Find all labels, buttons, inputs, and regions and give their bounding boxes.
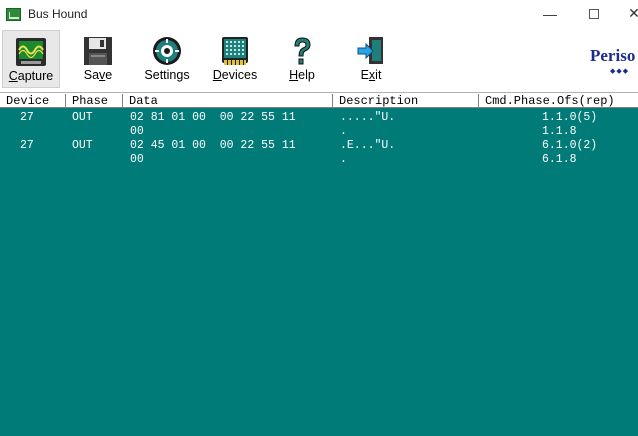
row-data-continued: 00 [130, 125, 144, 138]
help-label-hotkey: H [289, 68, 299, 82]
column-header-bar: Device Phase Data Description Cmd.Phase.… [0, 92, 638, 108]
row-cmd-phase-ofs: 6.1.0(2) [542, 139, 598, 152]
capture-data-area[interactable]: 27 OUT 02 81 01 00 00 22 55 11 00 ....."… [0, 108, 638, 436]
capture-waveform-icon [16, 38, 46, 66]
column-header-description[interactable]: Description [333, 94, 479, 108]
column-header-data[interactable]: Data [123, 94, 333, 108]
column-header-device[interactable]: Device [0, 94, 66, 108]
row-data-continued: 00 [130, 153, 144, 166]
capture-button[interactable]: Capture [2, 30, 60, 88]
row-cmd-phase-ofs-continued: 6.1.8 [542, 153, 577, 166]
bus-hound-app-icon [6, 8, 21, 21]
exit-button[interactable]: Exit [346, 30, 396, 88]
save-label-prefix: Sa [83, 68, 100, 82]
exit-label-prefix: E [360, 68, 369, 82]
devices-label: evices [221, 68, 258, 82]
perisoft-logo-dots: ◆◆◆ [610, 68, 630, 75]
floppy-disk-icon [84, 37, 112, 65]
settings-label: Settings [144, 68, 190, 82]
row-phase: OUT [72, 139, 93, 152]
column-header-cmd-phase-ofs[interactable]: Cmd.Phase.Ofs(rep) [479, 94, 638, 108]
column-header-phase[interactable]: Phase [66, 94, 123, 108]
row-description-continued: . [340, 153, 347, 166]
exit-label: it [375, 68, 382, 82]
help-button[interactable]: Help [278, 30, 326, 88]
row-description: .E..."U. [340, 139, 396, 152]
toolbar: Capture Save Settings Devices Help Exit … [0, 30, 638, 90]
row-cmd-phase-ofs-continued: 1.1.8 [542, 125, 577, 138]
maximize-icon [589, 9, 599, 19]
capture-label-hotkey: C [8, 69, 18, 83]
row-description-continued: . [340, 125, 347, 138]
row-description: ....."U. [340, 111, 396, 124]
close-button[interactable]: ✕ [624, 4, 638, 24]
exit-door-icon [357, 37, 383, 64]
title-bar: Bus Hound — ✕ [0, 0, 638, 30]
minimize-button[interactable]: — [540, 4, 560, 24]
row-data: 02 45 01 00 00 22 55 11 [130, 139, 296, 152]
question-mark-icon [294, 37, 311, 65]
row-device: 27 [20, 111, 34, 124]
save-button[interactable]: Save [70, 30, 126, 88]
window-title: Bus Hound [28, 7, 88, 21]
settings-dial-icon [153, 37, 181, 65]
row-cmd-phase-ofs: 1.1.0(5) [542, 111, 598, 124]
maximize-button[interactable] [584, 4, 604, 24]
devices-button[interactable]: Devices [206, 30, 264, 88]
settings-button[interactable]: Settings [136, 30, 198, 88]
save-label: e [105, 68, 113, 82]
row-phase: OUT [72, 111, 93, 124]
capture-label: apture [17, 69, 54, 83]
row-data: 02 81 01 00 00 22 55 11 [130, 111, 296, 124]
devices-label-hotkey: D [212, 68, 222, 82]
perisoft-logo: Periso [590, 46, 636, 65]
device-chip-icon [222, 37, 248, 65]
help-label: elp [298, 68, 315, 82]
row-device: 27 [20, 139, 34, 152]
